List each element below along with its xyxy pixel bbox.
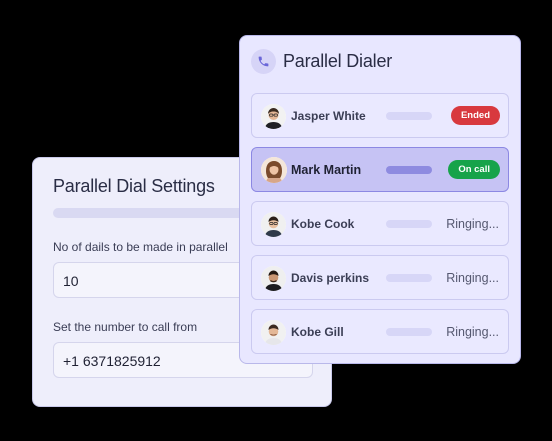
call-progress-bar xyxy=(386,328,432,336)
call-progress-bar xyxy=(386,220,432,228)
avatar xyxy=(261,104,286,129)
call-row-jasper-white[interactable]: Jasper White Ended xyxy=(251,93,509,138)
parallel-count-label: No of dails to be made in parallel xyxy=(53,240,228,254)
caller-name: Kobe Cook xyxy=(291,217,355,231)
call-row-mark-martin[interactable]: Mark Martin On call xyxy=(251,147,509,192)
status-text-ringing: Ringing... xyxy=(446,217,499,231)
call-row-kobe-cook[interactable]: Kobe Cook Ringing... xyxy=(251,201,509,246)
parallel-dialer-card: Parallel Dialer Jasper White Ended Mark … xyxy=(239,35,521,364)
status-badge-ended: Ended xyxy=(450,106,500,125)
status-text-ringing: Ringing... xyxy=(446,271,499,285)
call-progress-bar xyxy=(386,274,432,282)
caller-name: Jasper White xyxy=(291,109,366,123)
call-progress-bar xyxy=(386,166,432,174)
avatar xyxy=(261,320,286,345)
settings-title: Parallel Dial Settings xyxy=(53,176,215,196)
caller-name: Kobe Gill xyxy=(291,325,344,339)
status-badge-on-call: On call xyxy=(448,160,500,179)
avatar xyxy=(261,212,286,237)
phone-icon xyxy=(251,48,276,74)
status-text-ringing: Ringing... xyxy=(446,325,499,339)
call-row-davis-perkins[interactable]: Davis perkins Ringing... xyxy=(251,255,509,300)
avatar xyxy=(261,266,286,291)
call-progress-bar xyxy=(386,112,432,120)
avatar xyxy=(261,157,287,183)
caller-name: Davis perkins xyxy=(291,271,370,285)
dialer-header: Parallel Dialer xyxy=(251,48,392,74)
dialer-title: Parallel Dialer xyxy=(283,50,393,71)
stage: Parallel Dial Settings No of dails to be… xyxy=(0,0,552,441)
call-row-kobe-gill[interactable]: Kobe Gill Ringing... xyxy=(251,309,509,354)
caller-number-label: Set the number to call from xyxy=(53,320,198,334)
caller-name: Mark Martin xyxy=(291,163,362,177)
